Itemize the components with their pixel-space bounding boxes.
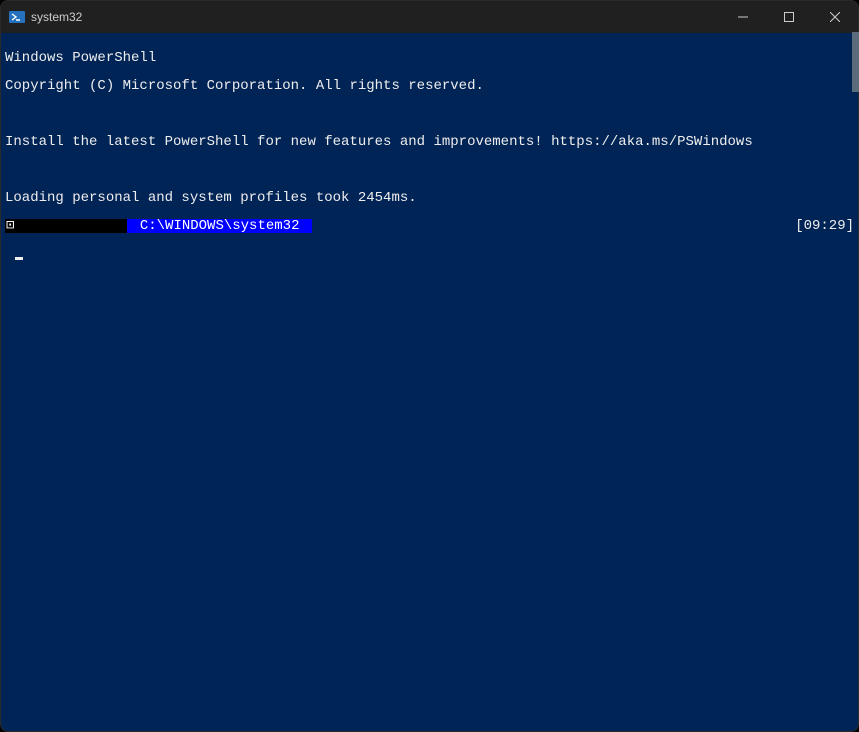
prompt-glyph: ⊡ (5, 219, 15, 233)
prompt-user-segment (15, 219, 127, 233)
terminal-line: Copyright (C) Microsoft Corporation. All… (5, 79, 854, 93)
prompt-time: [09:29] (795, 219, 854, 233)
titlebar[interactable]: system32 (1, 1, 858, 33)
powershell-window: system32 Windows PowerShell Copyright (C… (0, 0, 859, 732)
window-controls (720, 1, 858, 33)
window-title: system32 (31, 10, 720, 24)
prompt-path: C:\WINDOWS\system32 (127, 219, 311, 233)
cursor-line (5, 247, 854, 260)
terminal-content[interactable]: Windows PowerShell Copyright (C) Microso… (1, 33, 858, 731)
powershell-icon (9, 9, 25, 25)
terminal-line (5, 107, 854, 121)
cursor-icon (15, 257, 23, 260)
close-button[interactable] (812, 1, 858, 33)
prompt-line: ⊡ C:\WINDOWS\system32 [09:29] (5, 219, 854, 233)
terminal-line (5, 163, 854, 177)
terminal-line: Loading personal and system profiles too… (5, 191, 854, 205)
scrollbar-thumb[interactable] (852, 32, 859, 92)
terminal-line: Windows PowerShell (5, 51, 854, 65)
minimize-button[interactable] (720, 1, 766, 33)
terminal-line: Install the latest PowerShell for new fe… (5, 135, 854, 149)
maximize-button[interactable] (766, 1, 812, 33)
